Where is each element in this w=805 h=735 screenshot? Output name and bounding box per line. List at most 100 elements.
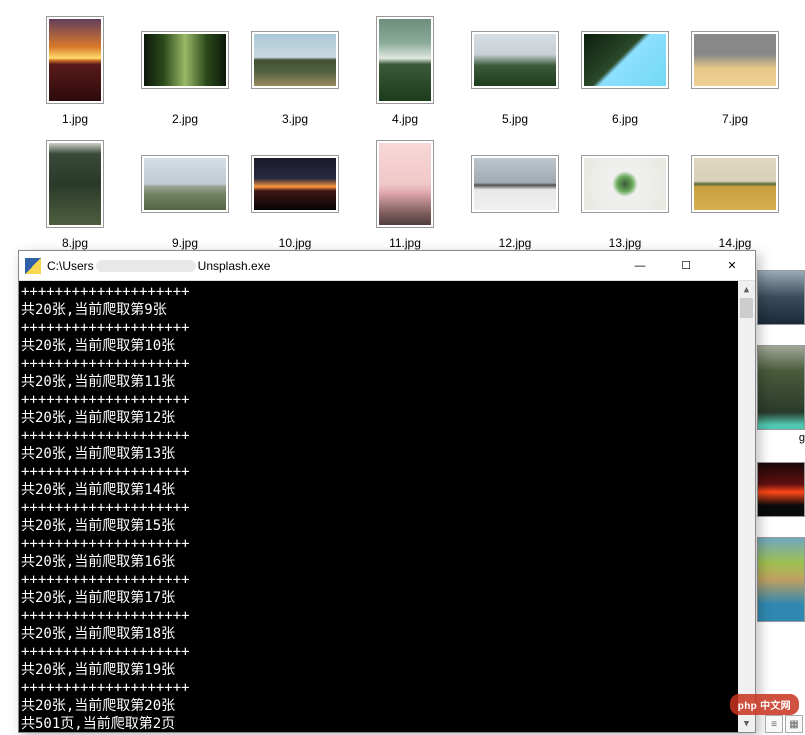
image-thumbnail <box>46 16 104 104</box>
image-thumbnail <box>757 345 805 430</box>
file-item[interactable]: 14.jpg <box>680 134 790 250</box>
console-line: ++++++++++++++++++++ <box>19 643 755 661</box>
console-line: 共20张,当前爬取第19张 <box>19 661 755 679</box>
scroll-thumb[interactable] <box>740 298 753 318</box>
file-item-partial[interactable] <box>753 462 805 519</box>
console-line: ++++++++++++++++++++ <box>19 427 755 445</box>
console-line: 共20张,当前爬取第15张 <box>19 517 755 535</box>
image-thumbnail <box>581 31 669 89</box>
file-item[interactable]: 5.jpg <box>460 10 570 126</box>
console-line: 共20张,当前爬取第16张 <box>19 553 755 571</box>
file-item[interactable]: 13.jpg <box>570 134 680 250</box>
image-thumbnail <box>141 155 229 213</box>
image-thumbnail <box>46 140 104 228</box>
image-thumbnail <box>471 31 559 89</box>
console-line: 共20张,当前爬取第14张 <box>19 481 755 499</box>
title-path-redacted <box>96 260 196 272</box>
explorer-view-switcher: ≡ ▦ <box>765 715 803 733</box>
file-label: 4.jpg <box>392 110 418 126</box>
file-label: 5.jpg <box>502 110 528 126</box>
file-item[interactable]: 1.jpg <box>20 10 130 126</box>
thumbnail-box <box>240 134 350 234</box>
file-label-partial: g <box>757 430 805 444</box>
image-thumbnail <box>581 155 669 213</box>
file-label-partial <box>757 622 805 624</box>
close-button[interactable]: ✕ <box>709 251 755 281</box>
console-line: ++++++++++++++++++++ <box>19 355 755 373</box>
file-item[interactable]: 11.jpg <box>350 134 460 250</box>
file-item[interactable]: 9.jpg <box>130 134 240 250</box>
console-output[interactable]: ++++++++++++++++++++ 共20张,当前爬取第9张 ++++++++… <box>19 281 755 732</box>
console-window: C:\Users Unsplash.exe — ☐ ✕ ++++++++++++… <box>18 250 756 733</box>
window-title: C:\Users Unsplash.exe <box>47 259 617 273</box>
file-grid: 1.jpg 2.jpg3.jpg 4.jpg 5.jpg 6.jpg7.jpg 8.jpg… <box>20 10 805 258</box>
file-label: 11.jpg <box>389 234 421 250</box>
console-line: 共20张,当前爬取第20张 <box>19 697 755 715</box>
image-thumbnail <box>141 31 229 89</box>
thumbnail-box <box>680 134 790 234</box>
thumbnail-box <box>680 10 790 110</box>
scroll-down-arrow[interactable]: ▼ <box>738 715 755 732</box>
file-item[interactable]: 8.jpg <box>20 134 130 250</box>
title-suffix: Unsplash.exe <box>198 259 271 273</box>
file-item-partial[interactable] <box>753 270 805 327</box>
console-line: 共20张,当前爬取第12张 <box>19 409 755 427</box>
thumbnail-box <box>240 10 350 110</box>
file-item-partial[interactable]: g <box>753 345 805 444</box>
file-item[interactable]: 7.jpg <box>680 10 790 126</box>
file-label: 14.jpg <box>719 234 752 250</box>
scroll-track[interactable] <box>738 298 755 715</box>
console-line: ++++++++++++++++++++ <box>19 463 755 481</box>
thumbnail-box <box>570 134 680 234</box>
console-line: 共20张,当前爬取第11张 <box>19 373 755 391</box>
console-line: ++++++++++++++++++++ <box>19 571 755 589</box>
thumbnail-box <box>20 134 130 234</box>
file-label: 8.jpg <box>62 234 88 250</box>
thumbnail-box <box>350 134 460 234</box>
thumbnail-box <box>130 134 240 234</box>
view-details-icon[interactable]: ≡ <box>765 715 783 733</box>
console-line: 共20张,当前爬取第17张 <box>19 589 755 607</box>
thumbnail-box <box>460 10 570 110</box>
console-line: 共20张,当前爬取第9张 <box>19 301 755 319</box>
file-item[interactable]: 2.jpg <box>130 10 240 126</box>
console-line: 共20张,当前爬取第18张 <box>19 625 755 643</box>
image-thumbnail <box>757 270 805 325</box>
file-label: 10.jpg <box>279 234 312 250</box>
file-item-partial[interactable] <box>753 537 805 624</box>
image-thumbnail <box>691 155 779 213</box>
console-line: ++++++++++++++++++++ <box>19 391 755 409</box>
console-line: ++++++++++++++++++++ <box>19 499 755 517</box>
console-line: 共20张,当前爬取第10张 <box>19 337 755 355</box>
file-item[interactable]: 3.jpg <box>240 10 350 126</box>
file-item[interactable]: 6.jpg <box>570 10 680 126</box>
file-label: 9.jpg <box>172 234 198 250</box>
file-label: 12.jpg <box>499 234 532 250</box>
console-scrollbar[interactable]: ▲ ▼ <box>738 281 755 732</box>
file-label: 13.jpg <box>609 234 642 250</box>
image-thumbnail <box>376 16 434 104</box>
console-line: 共20张,当前爬取第13张 <box>19 445 755 463</box>
image-thumbnail <box>471 155 559 213</box>
window-titlebar[interactable]: C:\Users Unsplash.exe — ☐ ✕ <box>19 251 755 281</box>
title-prefix: C:\Users <box>47 259 94 273</box>
console-line: 共501页,当前爬取第2页 <box>19 715 755 732</box>
image-thumbnail <box>251 31 339 89</box>
scroll-up-arrow[interactable]: ▲ <box>738 281 755 298</box>
thumbnail-box <box>20 10 130 110</box>
console-line: ++++++++++++++++++++ <box>19 679 755 697</box>
app-icon <box>25 258 41 274</box>
partial-file-column: g <box>753 270 805 642</box>
file-item[interactable]: 10.jpg <box>240 134 350 250</box>
file-label: 1.jpg <box>62 110 88 126</box>
image-thumbnail <box>251 155 339 213</box>
file-item[interactable]: 12.jpg <box>460 134 570 250</box>
console-line: ++++++++++++++++++++ <box>19 535 755 553</box>
file-explorer-pane: 1.jpg 2.jpg3.jpg 4.jpg 5.jpg 6.jpg7.jpg 8.jpg… <box>0 0 805 258</box>
maximize-button[interactable]: ☐ <box>663 251 709 281</box>
image-thumbnail <box>757 537 805 622</box>
view-large-icon[interactable]: ▦ <box>785 715 803 733</box>
watermark-badge: php 中文网 <box>730 694 799 715</box>
file-item[interactable]: 4.jpg <box>350 10 460 126</box>
minimize-button[interactable]: — <box>617 251 663 281</box>
